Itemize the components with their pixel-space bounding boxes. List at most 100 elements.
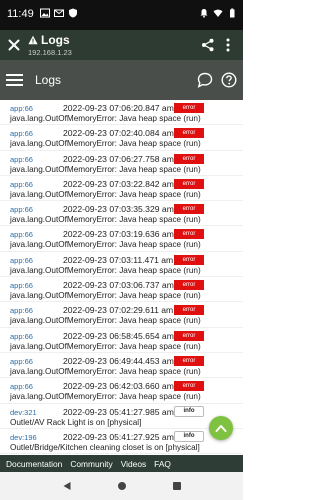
footer-link-documentation[interactable]: Documentation bbox=[6, 459, 62, 469]
log-entry: app:66 2022-09-23 07:03:22.842 am error jav… bbox=[0, 176, 243, 202]
log-level-badge: error bbox=[174, 381, 204, 392]
log-timestamp: 2022-09-23 07:06:27.758 am bbox=[63, 153, 174, 164]
log-source-link[interactable]: app:66 bbox=[10, 205, 33, 214]
log-level-badge: error bbox=[174, 305, 204, 316]
log-message: Outlet/Bridge/Kitchen cleaning closet is… bbox=[10, 442, 200, 452]
log-timestamp: 2022-09-23 07:02:29.611 am bbox=[63, 305, 174, 316]
log-source-link[interactable]: app:66 bbox=[10, 230, 33, 239]
log-timestamp: 2022-09-23 07:03:35.329 am bbox=[63, 204, 174, 215]
app-title-block: Logs 192.168.1.23 bbox=[28, 33, 72, 57]
app-title: Logs bbox=[41, 33, 70, 47]
image-icon bbox=[40, 8, 50, 18]
log-message: java.lang.OutOfMemoryError: Java heap sp… bbox=[10, 392, 201, 402]
log-level-badge: error bbox=[174, 128, 204, 139]
share-icon[interactable] bbox=[201, 38, 215, 52]
page-title: Logs bbox=[35, 73, 62, 87]
log-source-link[interactable]: app:66 bbox=[10, 306, 33, 315]
status-bar: 11:49 bbox=[0, 0, 243, 30]
log-timestamp: 2022-09-23 07:03:22.842 am bbox=[63, 178, 174, 189]
log-entry: app:66 2022-09-23 07:03:19.636 am error jav… bbox=[0, 226, 243, 252]
log-entry: app:66 2022-09-23 07:02:40.084 am error jav… bbox=[0, 125, 243, 151]
log-level-badge: info bbox=[174, 430, 204, 442]
log-message: java.lang.OutOfMemoryError: Java heap sp… bbox=[10, 189, 201, 199]
warning-icon bbox=[28, 35, 38, 45]
close-icon[interactable] bbox=[6, 37, 22, 53]
log-source-link[interactable]: app:66 bbox=[10, 382, 33, 391]
app-bar: Logs 192.168.1.23 bbox=[0, 30, 243, 60]
log-entry: app:66 2022-09-23 07:06:27.758 am error jav… bbox=[0, 151, 243, 176]
log-level-badge: error bbox=[174, 330, 204, 341]
page-header: Logs bbox=[0, 60, 243, 100]
log-entry: app:66 2022-09-23 07:02:29.611 am error jav… bbox=[0, 302, 243, 328]
log-entry: app:66 2022-09-23 06:42:03.660 am error jav… bbox=[0, 378, 243, 404]
log-level-badge: error bbox=[174, 229, 204, 240]
shield-icon bbox=[69, 8, 77, 18]
recents-icon[interactable] bbox=[172, 481, 182, 491]
log-entry: app:66 2022-09-23 06:58:45.654 am error jav… bbox=[0, 328, 243, 353]
log-level-badge: error bbox=[174, 178, 204, 189]
wifi-icon bbox=[213, 9, 223, 17]
log-message: java.lang.OutOfMemoryError: Java heap sp… bbox=[10, 316, 201, 326]
log-message: java.lang.OutOfMemoryError: Java heap sp… bbox=[10, 265, 201, 275]
log-timestamp: 2022-09-23 07:03:06.737 am bbox=[63, 280, 174, 291]
log-message: Outlet/AV Rack Light is on [physical] bbox=[10, 417, 142, 427]
log-message: java.lang.OutOfMemoryError: Java heap sp… bbox=[10, 164, 201, 174]
log-entry: app:66 2022-09-23 07:06:20.847 am error jav… bbox=[0, 100, 243, 126]
app-subtitle: 192.168.1.23 bbox=[28, 48, 72, 57]
log-level-badge: info bbox=[174, 405, 204, 417]
log-source-link[interactable]: app:66 bbox=[10, 281, 33, 290]
menu-icon[interactable] bbox=[6, 73, 23, 87]
log-timestamp: 2022-09-23 07:06:20.847 am bbox=[63, 103, 174, 113]
back-icon[interactable] bbox=[62, 481, 72, 491]
log-source-link[interactable]: app:66 bbox=[10, 104, 33, 113]
battery-icon bbox=[230, 8, 235, 18]
log-entry: app:66 2022-09-23 06:49:44.453 am error jav… bbox=[0, 353, 243, 379]
bell-icon bbox=[200, 9, 208, 18]
log-timestamp: 2022-09-23 07:03:11.471 am bbox=[63, 254, 174, 265]
footer-link-community[interactable]: Community bbox=[70, 459, 112, 469]
log-source-link[interactable]: app:66 bbox=[10, 256, 33, 265]
system-nav-bar bbox=[0, 472, 243, 500]
log-entry: dev:196 2022-09-23 05:41:27.925 am info Out… bbox=[0, 429, 243, 455]
log-source-link[interactable]: app:66 bbox=[10, 357, 33, 366]
home-icon[interactable] bbox=[117, 481, 127, 491]
email-icon bbox=[54, 9, 64, 17]
status-system-icons bbox=[199, 8, 237, 18]
log-level-badge: error bbox=[174, 153, 204, 164]
help-icon[interactable] bbox=[221, 72, 237, 88]
log-source-link[interactable]: app:66 bbox=[10, 129, 33, 138]
log-message: java.lang.OutOfMemoryError: Java heap sp… bbox=[10, 215, 201, 225]
footer-link-videos[interactable]: Videos bbox=[121, 459, 146, 469]
log-source-link[interactable]: app:66 bbox=[10, 180, 33, 189]
log-message: java.lang.OutOfMemoryError: Java heap sp… bbox=[10, 341, 201, 351]
status-time: 11:49 bbox=[7, 8, 34, 20]
log-level-badge: error bbox=[174, 355, 204, 366]
log-timestamp: 2022-09-23 06:49:44.453 am bbox=[63, 355, 174, 366]
log-entry: app:66 2022-09-23 07:03:35.329 am error jav… bbox=[0, 201, 243, 227]
chevron-up-icon bbox=[215, 425, 227, 432]
log-entry: app:66 2022-09-23 07:03:06.737 am error jav… bbox=[0, 277, 243, 303]
status-notification-icons bbox=[40, 8, 78, 18]
log-source-link[interactable]: app:66 bbox=[10, 155, 33, 164]
footer-links: Documentation Community Videos FAQ bbox=[0, 455, 243, 472]
log-message: java.lang.OutOfMemoryError: Java heap sp… bbox=[10, 139, 201, 149]
log-entry: dev:321 2022-09-23 05:41:27.985 am info Out… bbox=[0, 404, 243, 429]
log-level-badge: error bbox=[174, 254, 204, 265]
log-timestamp: 2022-09-23 05:41:27.985 am bbox=[63, 406, 174, 417]
chat-icon[interactable] bbox=[197, 72, 213, 88]
log-list[interactable]: app:66 2022-09-23 07:06:20.847 am error jav… bbox=[0, 100, 243, 455]
footer-link-faq[interactable]: FAQ bbox=[154, 459, 171, 469]
log-source-link[interactable]: dev:196 bbox=[10, 433, 37, 442]
log-message: java.lang.OutOfMemoryError: Java heap sp… bbox=[10, 114, 201, 123]
scroll-top-button[interactable] bbox=[209, 416, 233, 440]
log-timestamp: 2022-09-23 06:58:45.654 am bbox=[63, 330, 174, 341]
log-source-link[interactable]: dev:321 bbox=[10, 408, 37, 417]
log-entry: app:66 2022-09-23 07:03:11.471 am error jav… bbox=[0, 252, 243, 278]
log-level-badge: error bbox=[174, 204, 204, 215]
log-source-link[interactable]: app:66 bbox=[10, 332, 33, 341]
log-message: java.lang.OutOfMemoryError: Java heap sp… bbox=[10, 240, 201, 250]
log-message: java.lang.OutOfMemoryError: Java heap sp… bbox=[10, 366, 201, 376]
more-vert-icon[interactable] bbox=[221, 37, 235, 53]
log-timestamp: 2022-09-23 07:02:40.084 am bbox=[63, 128, 174, 139]
log-level-badge: error bbox=[174, 280, 204, 291]
